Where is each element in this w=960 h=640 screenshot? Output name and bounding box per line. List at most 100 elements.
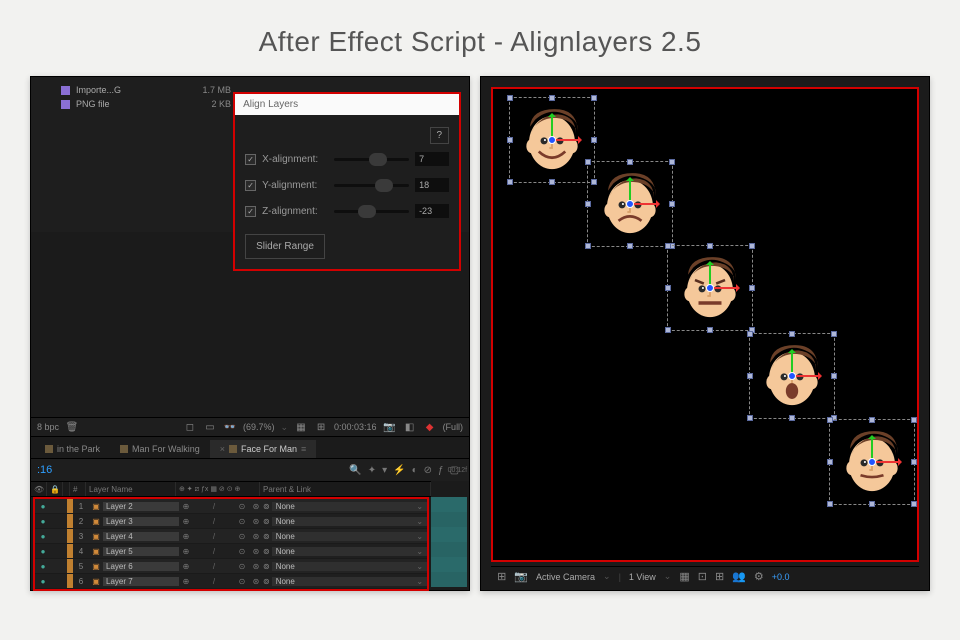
tool-icon[interactable]: ✦ xyxy=(368,465,376,476)
collapse-switch[interactable]: / xyxy=(207,547,221,556)
tab-walking[interactable]: Man For Walking xyxy=(110,440,210,458)
z-check[interactable]: ✓ xyxy=(245,206,256,217)
project-file-row[interactable]: Importe...G 1.7 MB xyxy=(61,83,231,97)
trash-icon[interactable]: 🗑 xyxy=(65,420,79,434)
parent-dropdown[interactable]: None⌄ xyxy=(272,532,427,541)
pickwhip-icon[interactable]: ⊚ xyxy=(263,562,270,571)
gear-icon[interactable]: ⚙ xyxy=(754,570,764,583)
cam-icon[interactable]: 📷 xyxy=(514,570,528,583)
layer-name[interactable]: Layer 5 xyxy=(103,547,179,556)
snapshot-icon[interactable]: ◧ xyxy=(403,420,417,434)
resize-handle[interactable] xyxy=(869,501,875,507)
resize-handle[interactable] xyxy=(627,243,633,249)
quality-label[interactable]: (Full) xyxy=(443,422,464,432)
3d-icon[interactable]: ⊛ xyxy=(249,562,263,571)
resize-handle[interactable] xyxy=(827,417,833,423)
resize-handle[interactable] xyxy=(669,159,675,165)
resize-handle[interactable] xyxy=(665,327,671,333)
resize-handle[interactable] xyxy=(831,373,837,379)
collapse-switch[interactable]: / xyxy=(207,532,221,541)
layer-row[interactable]: ●1▣Layer 2⊕ / ⊙⊛⊚None⌄ xyxy=(35,499,427,514)
eye-icon[interactable]: ● xyxy=(35,517,51,526)
resize-handle[interactable] xyxy=(549,95,555,101)
resize-handle[interactable] xyxy=(707,327,713,333)
anchor-point[interactable] xyxy=(626,200,634,208)
camera-icon[interactable]: 📷 xyxy=(383,420,397,434)
resize-handle[interactable] xyxy=(827,501,833,507)
3d-switch[interactable]: ⊕ xyxy=(179,532,193,541)
x-axis-gizmo[interactable] xyxy=(872,461,900,463)
mask-icon[interactable]: ▭ xyxy=(203,420,217,434)
layer-name[interactable]: Layer 2 xyxy=(103,502,179,511)
resize-handle[interactable] xyxy=(507,179,513,185)
solo-icon[interactable]: ⊙ xyxy=(235,547,249,556)
resize-handle[interactable] xyxy=(749,285,755,291)
x-axis-gizmo[interactable] xyxy=(552,139,580,141)
grid-icon[interactable]: ▦ xyxy=(294,420,308,434)
solo-icon[interactable]: ⊙ xyxy=(235,502,249,511)
layer-row[interactable]: ●5▣Layer 6⊕ / ⊙⊛⊚None⌄ xyxy=(35,559,427,574)
view-count[interactable]: 1 View xyxy=(629,572,656,582)
resize-handle[interactable] xyxy=(585,243,591,249)
layer-bbox[interactable] xyxy=(509,97,595,183)
bpc-label[interactable]: 8 bpc xyxy=(37,422,59,432)
x-slider[interactable] xyxy=(334,158,409,161)
exposure-value[interactable]: +0.0 xyxy=(772,572,790,582)
guide-icon[interactable]: ⊞ xyxy=(314,420,328,434)
layer-bbox[interactable] xyxy=(829,419,915,505)
active-camera[interactable]: Active Camera xyxy=(536,572,595,582)
parent-dropdown[interactable]: None⌄ xyxy=(272,517,427,526)
layer-row[interactable]: ●2▣Layer 3⊕ / ⊙⊛⊚None⌄ xyxy=(35,514,427,529)
resize-handle[interactable] xyxy=(749,243,755,249)
3d-icon[interactable]: ⊛ xyxy=(249,502,263,511)
composition-viewport[interactable] xyxy=(491,87,919,562)
resize-handle[interactable] xyxy=(827,459,833,465)
resize-handle[interactable] xyxy=(911,459,917,465)
blur-icon[interactable]: ⊘ xyxy=(424,465,432,476)
y-check[interactable]: ✓ xyxy=(245,180,256,191)
layer-row[interactable]: ●6▣Layer 7⊕ / ⊙⊛⊚None⌄ xyxy=(35,574,427,589)
parent-dropdown[interactable]: None⌄ xyxy=(272,502,427,511)
z-slider[interactable] xyxy=(334,210,409,213)
slider-range-button[interactable]: Slider Range xyxy=(245,234,325,259)
anchor-point[interactable] xyxy=(868,458,876,466)
y-slider[interactable] xyxy=(334,184,409,187)
parent-dropdown[interactable]: None⌄ xyxy=(272,577,427,586)
anchor-point[interactable] xyxy=(548,136,556,144)
3d-icon[interactable]: ⊛ xyxy=(249,517,263,526)
pixel-icon[interactable]: ⊡ xyxy=(698,570,707,583)
layer-name[interactable]: Layer 7 xyxy=(103,577,179,586)
track-icon[interactable]: ⊞ xyxy=(715,570,724,583)
anchor-point[interactable] xyxy=(788,372,796,380)
layer-bbox[interactable] xyxy=(587,161,673,247)
resize-handle[interactable] xyxy=(911,417,917,423)
resize-handle[interactable] xyxy=(665,243,671,249)
pickwhip-icon[interactable]: ⊚ xyxy=(263,547,270,556)
resize-handle[interactable] xyxy=(549,179,555,185)
layer-row[interactable]: ●3▣Layer 4⊕ / ⊙⊛⊚None⌄ xyxy=(35,529,427,544)
resize-handle[interactable] xyxy=(507,95,513,101)
layer-bbox[interactable] xyxy=(749,333,835,419)
z-value[interactable]: -23 xyxy=(415,204,449,218)
tab-face[interactable]: × Face For Man ≡ xyxy=(210,440,317,458)
tool-icon[interactable]: ▦ xyxy=(679,570,689,583)
resize-handle[interactable] xyxy=(911,501,917,507)
x-axis-gizmo[interactable] xyxy=(630,203,658,205)
switch-icon[interactable]: ◐ xyxy=(412,465,418,476)
eye-icon[interactable]: ● xyxy=(35,577,51,586)
zoom-level[interactable]: (69.7%) xyxy=(243,422,275,432)
collapse-switch[interactable]: / xyxy=(207,502,221,511)
eye-icon[interactable]: ● xyxy=(35,547,51,556)
pickwhip-icon[interactable]: ⊚ xyxy=(263,502,270,511)
help-button[interactable]: ? xyxy=(430,127,450,144)
collapse-switch[interactable]: / xyxy=(207,517,221,526)
3d-switch[interactable]: ⊕ xyxy=(179,577,193,586)
solo-icon[interactable]: ⊙ xyxy=(235,577,249,586)
project-file-row[interactable]: PNG file 2 KB xyxy=(61,97,231,111)
layer-name[interactable]: Layer 6 xyxy=(103,562,179,571)
pickwhip-icon[interactable]: ⊚ xyxy=(263,532,270,541)
x-value[interactable]: 7 xyxy=(415,152,449,166)
people-icon[interactable]: 👥 xyxy=(732,570,746,583)
resize-handle[interactable] xyxy=(707,243,713,249)
layer-bbox[interactable] xyxy=(667,245,753,331)
